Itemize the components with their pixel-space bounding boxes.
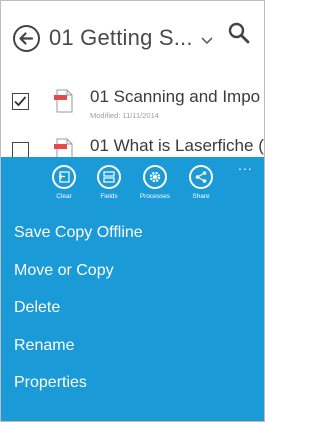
share-button[interactable]: Share bbox=[179, 165, 223, 205]
fields-button[interactable]: Fields bbox=[87, 165, 131, 205]
document-name: 01 Scanning and Impo bbox=[90, 87, 261, 106]
folder-title[interactable]: 01 Getting S... bbox=[49, 25, 193, 51]
header: 01 Getting S... bbox=[1, 1, 264, 73]
document-name: 01 What is Laserfiche ( bbox=[90, 136, 264, 155]
clear-icon bbox=[52, 165, 76, 189]
more-button[interactable]: ... bbox=[238, 158, 253, 172]
list-item[interactable]: 01 Scanning and Impo Modified: 11/11/201… bbox=[1, 81, 264, 123]
document-icon bbox=[54, 89, 74, 113]
clear-label: Clear bbox=[56, 193, 72, 200]
fields-icon bbox=[97, 165, 121, 189]
fields-label: Fields bbox=[100, 193, 118, 200]
app-window: 01 Getting S... 01 Scanning and Impo Mod… bbox=[0, 0, 265, 422]
processes-label: Processes bbox=[139, 193, 171, 200]
clear-button[interactable]: Clear bbox=[42, 165, 86, 205]
processes-button[interactable]: Processes bbox=[133, 165, 177, 205]
modified-date: Modified: 11/11/2014 bbox=[90, 111, 159, 120]
row-checkbox[interactable] bbox=[12, 93, 29, 110]
search-button[interactable] bbox=[228, 22, 250, 44]
search-icon bbox=[228, 22, 250, 44]
menu-item-save-copy-offline[interactable]: Save Copy Offline bbox=[14, 223, 143, 261]
share-label: Share bbox=[192, 193, 210, 200]
menu-item-properties[interactable]: Properties bbox=[14, 373, 143, 411]
menu-item-rename[interactable]: Rename bbox=[14, 336, 143, 374]
share-icon bbox=[189, 165, 213, 189]
app-bar: ... Clear Fields Processes Share Save Co… bbox=[1, 157, 264, 421]
gear-icon bbox=[143, 165, 167, 189]
menu-item-move-or-copy[interactable]: Move or Copy bbox=[14, 261, 143, 299]
chevron-down-icon[interactable] bbox=[200, 33, 214, 45]
checkmark-icon bbox=[14, 96, 27, 107]
back-button[interactable] bbox=[12, 24, 41, 53]
back-arrow-icon bbox=[13, 25, 40, 52]
context-menu: Save Copy Offline Move or Copy Delete Re… bbox=[14, 223, 143, 411]
menu-item-delete[interactable]: Delete bbox=[14, 298, 143, 336]
